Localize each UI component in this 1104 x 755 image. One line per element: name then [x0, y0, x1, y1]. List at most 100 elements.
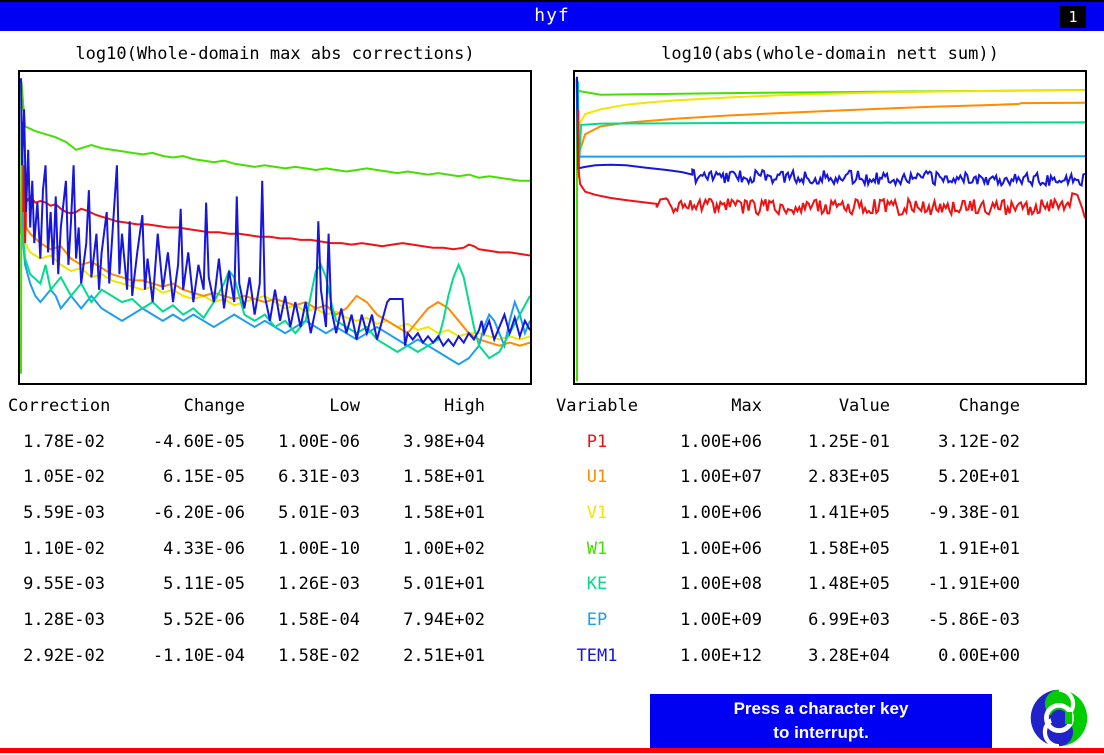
table-cell: 2.51E+01 — [360, 646, 485, 666]
table-cell: -5.86E-03 — [890, 610, 1020, 630]
table-cell: 6.31E-03 — [245, 467, 360, 487]
table-cell: 2.83E+05 — [762, 467, 890, 487]
table-row: 1.10E-024.33E-061.00E-101.00E+02 — [8, 531, 485, 567]
table-cell: 1.58E+01 — [360, 467, 485, 487]
table-row: 2.92E-02-1.10E-041.58E-022.51E+01 — [8, 638, 485, 674]
col-low: Low — [245, 396, 360, 416]
table-cell: 5.01E-03 — [245, 503, 360, 523]
table-row: 1.28E-035.52E-061.58E-047.94E+02 — [8, 602, 485, 638]
series-TEM1 — [21, 78, 530, 346]
table-row: KE1.00E+081.48E+05-1.91E+00 — [552, 566, 1020, 602]
window-title: hyf — [0, 5, 1104, 26]
col-correction: Correction — [8, 396, 105, 416]
table-cell: -4.60E-05 — [105, 432, 245, 452]
table-row: P11.00E+061.25E-013.12E-02 — [552, 424, 1020, 460]
interrupt-line-2: to interrupt. — [773, 721, 868, 745]
table-cell: 1.28E-03 — [8, 610, 105, 630]
corrections-table-header: Correction Change Low High — [8, 388, 485, 424]
table-cell: -1.91E+00 — [890, 574, 1020, 594]
variable-label: V1 — [552, 503, 642, 523]
series-W1 — [21, 81, 530, 373]
table-row: V11.00E+061.41E+05-9.38E-01 — [552, 495, 1020, 531]
table-cell: 1.41E+05 — [762, 503, 890, 523]
cham-logo-icon — [1028, 688, 1090, 748]
table-row: 1.05E-026.15E-056.31E-031.58E+01 — [8, 459, 485, 495]
variable-label: TEM1 — [552, 646, 642, 666]
table-row: 9.55E-035.11E-051.26E-035.01E+01 — [8, 566, 485, 602]
table-row: U11.00E+072.83E+055.20E+01 — [552, 459, 1020, 495]
table-row: W11.00E+061.58E+051.91E+01 — [552, 531, 1020, 567]
corrections-table: Correction Change Low High 1.78E-02-4.60… — [8, 388, 485, 674]
page-badge: 1 — [1060, 6, 1086, 28]
table-cell: 1.00E+12 — [642, 646, 762, 666]
table-cell: 5.20E+01 — [890, 467, 1020, 487]
table-cell: -6.20E-06 — [105, 503, 245, 523]
left-chart-title: log10(Whole-domain max abs corrections) — [18, 44, 532, 66]
table-cell: 1.25E-01 — [762, 432, 890, 452]
table-cell: 1.00E+07 — [642, 467, 762, 487]
table-cell: -9.38E-01 — [890, 503, 1020, 523]
col-high: High — [360, 396, 485, 416]
table-cell: 1.26E-03 — [245, 574, 360, 594]
table-cell: 1.58E+05 — [762, 539, 890, 559]
interrupt-button[interactable]: Press a character key to interrupt. — [650, 694, 992, 748]
table-cell: 1.00E+06 — [642, 503, 762, 523]
title-bar: hyf 1 — [0, 2, 1104, 31]
variable-label: W1 — [552, 539, 642, 559]
table-cell: 1.58E-02 — [245, 646, 360, 666]
sweep-status: NX NY NZ ISWEEP 1500 Time now 5:16 100 1… — [38, 698, 580, 755]
series-W1 — [577, 90, 1085, 381]
table-cell: 1.05E-02 — [8, 467, 105, 487]
nett-sum-plot — [573, 70, 1087, 385]
table-row: 5.59E-03-6.20E-065.01E-031.58E+01 — [8, 495, 485, 531]
col-max: Max — [642, 396, 762, 416]
table-cell: 1.10E-02 — [8, 539, 105, 559]
table-cell: 6.99E+03 — [762, 610, 890, 630]
table-cell: 9.55E-03 — [8, 574, 105, 594]
col-value: Value — [762, 396, 890, 416]
table-cell: 1.00E+06 — [642, 539, 762, 559]
table-cell: 1.00E-06 — [245, 432, 360, 452]
corrections-plot — [18, 70, 532, 385]
table-cell: 1.00E+09 — [642, 610, 762, 630]
table-cell: 1.00E+06 — [642, 432, 762, 452]
bottom-alert-bar — [0, 748, 1104, 753]
table-cell: 4.33E-06 — [105, 539, 245, 559]
table-cell: 7.94E+02 — [360, 610, 485, 630]
interrupt-line-1: Press a character key — [734, 697, 909, 721]
table-cell: 5.59E-03 — [8, 503, 105, 523]
table-cell: 3.98E+04 — [360, 432, 485, 452]
table-cell: 0.00E+00 — [890, 646, 1020, 666]
variable-label: U1 — [552, 467, 642, 487]
table-cell: 1.00E+08 — [642, 574, 762, 594]
col-change: Change — [105, 396, 245, 416]
variables-table-header: Variable Max Value Change — [552, 388, 1020, 424]
table-cell: 5.52E-06 — [105, 610, 245, 630]
nett-sum-chart — [575, 72, 1085, 383]
series-KE — [578, 81, 1085, 174]
series-P1 — [578, 109, 1085, 218]
table-cell: 1.00E-10 — [245, 539, 360, 559]
table-cell: 6.15E-05 — [105, 467, 245, 487]
variable-label: EP — [552, 610, 642, 630]
table-row: 1.78E-02-4.60E-051.00E-063.98E+04 — [8, 424, 485, 460]
series-U1 — [578, 103, 1085, 178]
table-cell: 2.92E-02 — [8, 646, 105, 666]
variable-label: P1 — [552, 432, 642, 452]
solver-monitor-window: hyf 1 log10(Whole-domain max abs correct… — [0, 0, 1104, 755]
table-cell: 3.12E-02 — [890, 432, 1020, 452]
table-cell: 1.58E+01 — [360, 503, 485, 523]
table-cell: 3.28E+04 — [762, 646, 890, 666]
variables-table: Variable Max Value Change P11.00E+061.25… — [552, 388, 1020, 674]
right-chart-title: log10(abs(whole-domain nett sum)) — [573, 44, 1087, 66]
col-variable: Variable — [552, 396, 642, 416]
table-row: TEM11.00E+123.28E+040.00E+00 — [552, 638, 1020, 674]
table-cell: 1.48E+05 — [762, 574, 890, 594]
table-cell: 1.00E+02 — [360, 539, 485, 559]
table-cell: 5.01E+01 — [360, 574, 485, 594]
variable-label: KE — [552, 574, 642, 594]
corrections-chart — [20, 72, 530, 383]
col-change2: Change — [890, 396, 1020, 416]
table-cell: 5.11E-05 — [105, 574, 245, 594]
table-cell: 1.58E-04 — [245, 610, 360, 630]
